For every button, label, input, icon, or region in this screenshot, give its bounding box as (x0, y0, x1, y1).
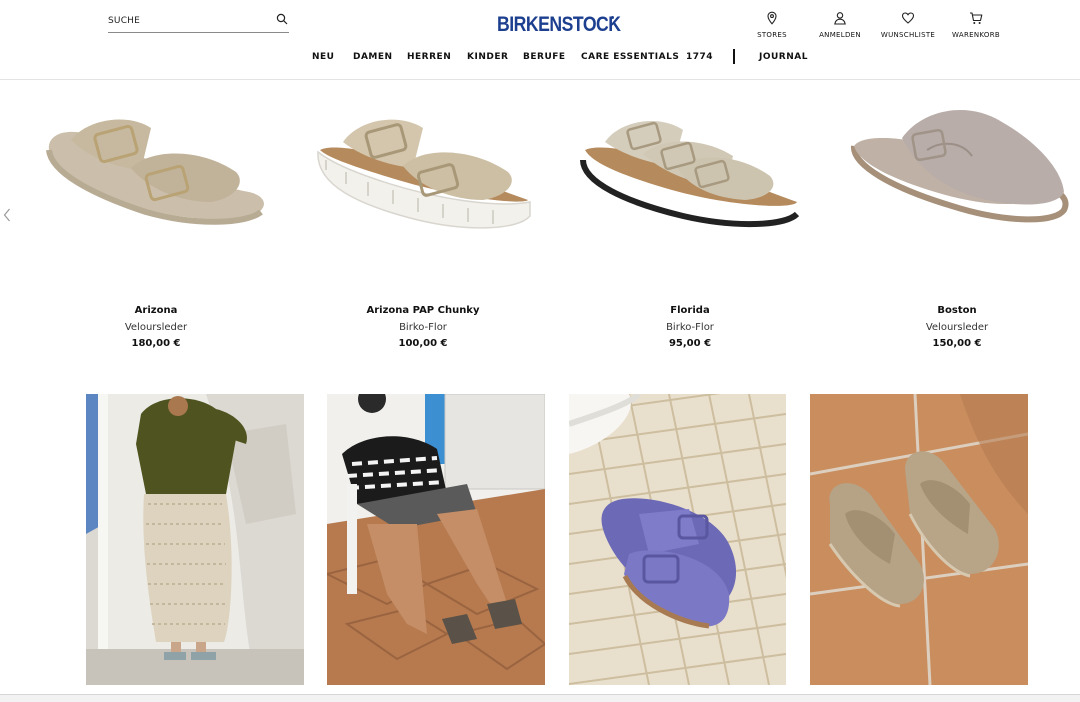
search-field[interactable]: SUCHE (108, 12, 289, 33)
lifestyle-image-4[interactable] (810, 394, 1028, 685)
product-image (317, 119, 531, 229)
brand-logo[interactable]: BIRKENSTOCK (497, 13, 621, 37)
product-price: 180,00 € (131, 338, 181, 349)
cart-label: WARENKORB (952, 31, 1000, 39)
stores-label: STORES (757, 31, 787, 39)
cart-icon (970, 12, 983, 24)
nav-item-kinder[interactable]: KINDER (467, 52, 508, 62)
lifestyle-image-2[interactable] (327, 394, 545, 685)
product-name: Arizona PAP Chunky (366, 305, 480, 316)
site-header: SUCHE BIRKENSTOCK STORES ANMELDEN WUNSCH… (0, 0, 1080, 80)
main-navigation: NEU DAMEN HERREN KINDER BERUFE CARE ESSE… (0, 52, 1080, 64)
product-image (580, 120, 800, 228)
login-label: ANMELDEN (819, 31, 861, 39)
cart-link[interactable]: WARENKORB (950, 11, 1002, 39)
logo-registered-mark (611, 16, 614, 19)
product-name: Arizona (134, 305, 178, 316)
wishlist-label: WUNSCHLISTE (880, 31, 936, 39)
wishlist-link[interactable]: WUNSCHLISTE (879, 11, 937, 39)
product-material: Veloursleder (124, 322, 188, 333)
user-icon (834, 12, 846, 25)
product-card-florida[interactable]: Florida Birko-Flor 95,00 € (565, 90, 815, 360)
product-price: 150,00 € (932, 338, 982, 349)
nav-item-berufe[interactable]: BERUFE (523, 52, 566, 62)
nav-item-journal[interactable]: JOURNAL (759, 52, 808, 62)
nav-item-care-essentials[interactable]: CARE ESSENTIALS (581, 52, 679, 62)
browser-bottom-edge (0, 694, 1080, 702)
nav-divider (733, 49, 735, 64)
stores-link[interactable]: STORES (756, 11, 788, 39)
nav-item-1774[interactable]: 1774 (686, 52, 713, 62)
product-name: Florida (670, 305, 710, 316)
location-pin-icon (767, 11, 777, 25)
nav-item-neu[interactable]: NEU (312, 52, 335, 62)
product-price: 100,00 € (398, 338, 448, 349)
product-image (851, 110, 1069, 223)
product-name: Boston (937, 305, 977, 316)
lifestyle-image-3[interactable] (569, 394, 786, 685)
lifestyle-photo (569, 394, 786, 685)
lifestyle-photo (327, 394, 545, 685)
nav-item-herren[interactable]: HERREN (407, 52, 451, 62)
nav-item-damen[interactable]: DAMEN (353, 52, 393, 62)
chevron-left-icon[interactable] (3, 208, 11, 222)
lifestyle-photo (86, 394, 304, 685)
lifestyle-image-1[interactable] (86, 394, 304, 685)
lifestyle-photo (810, 394, 1028, 685)
product-price: 95,00 € (668, 338, 712, 349)
product-image (46, 119, 264, 225)
heart-icon (901, 12, 915, 24)
product-material: Birko-Flor (666, 322, 714, 333)
search-label: SUCHE (108, 16, 141, 26)
product-card-boston[interactable]: Boston Veloursleder 150,00 € (832, 90, 1080, 360)
product-card-arizona-pap-chunky[interactable]: Arizona PAP Chunky Birko-Flor 100,00 € (298, 90, 548, 360)
search-icon[interactable] (276, 13, 288, 25)
product-material: Veloursleder (925, 322, 989, 333)
login-link[interactable]: ANMELDEN (818, 11, 862, 39)
product-material: Birko-Flor (399, 322, 447, 333)
product-card-arizona[interactable]: Arizona Veloursleder 180,00 € (31, 90, 281, 360)
